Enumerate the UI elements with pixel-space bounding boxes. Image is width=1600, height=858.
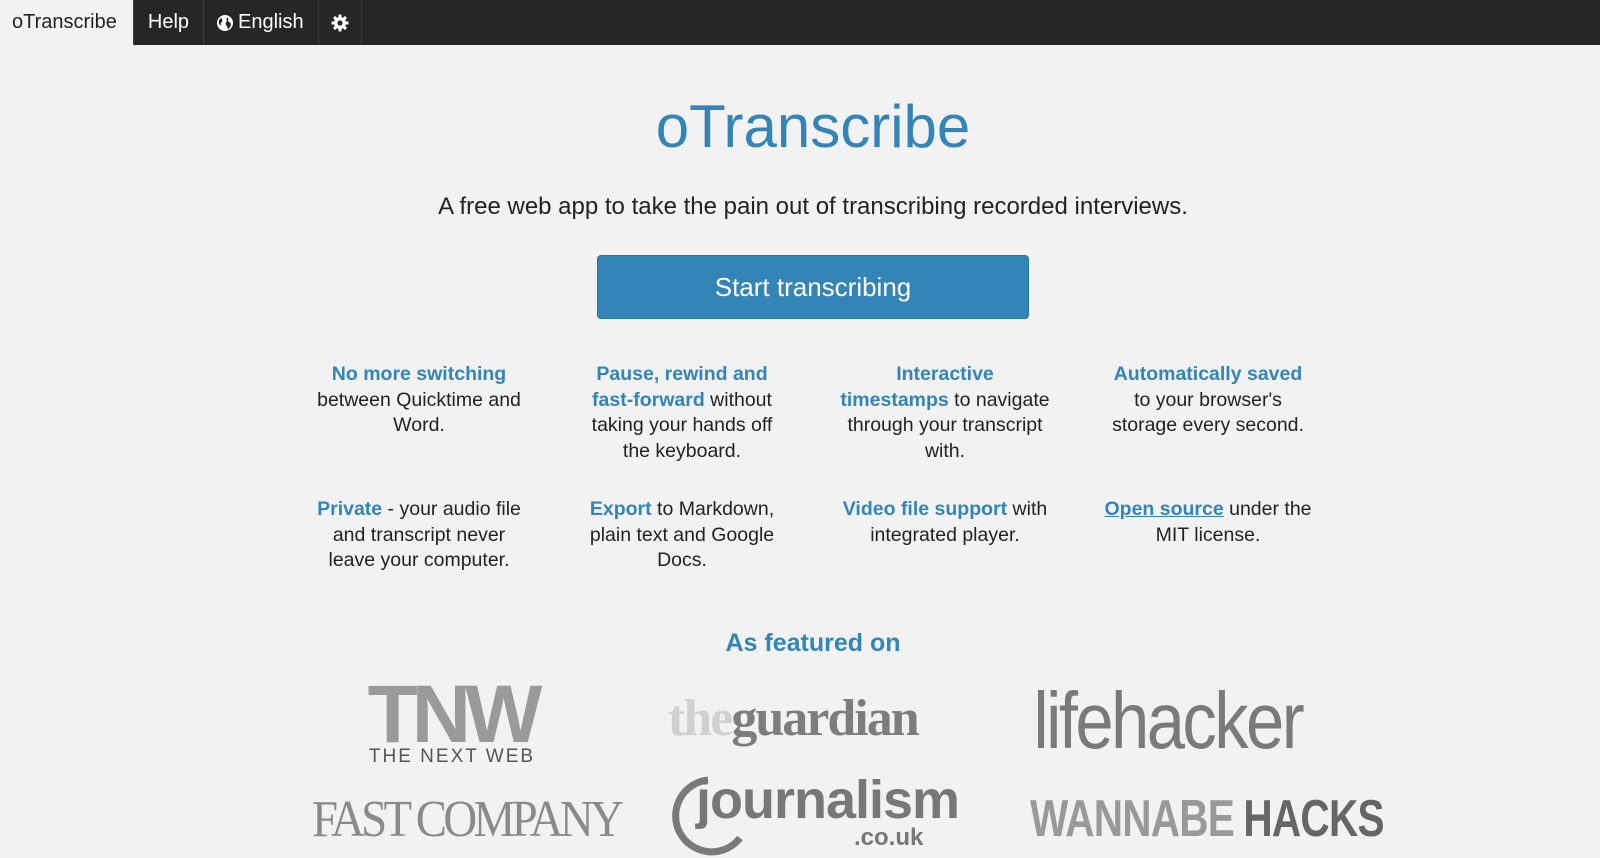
feature-timestamps: Interactive timestamps to navigate throu… — [840, 362, 1050, 464]
svg-text:WANNABEHACKS: WANNABE HACKS — [1030, 789, 1384, 847]
feature-keyboard-controls: Pause, rewind and fast-forward without t… — [577, 362, 787, 464]
tnw-logo-sub: THE NEXT WEB — [369, 746, 535, 767]
feature-private: Private - your audio file and transcript… — [314, 497, 524, 574]
tab-help-label: Help — [147, 11, 190, 33]
feature-highlight: Private — [317, 498, 383, 520]
feature-text: to your browser's storage every second. — [1112, 388, 1304, 437]
feature-no-switching: No more switching between Quicktime and … — [314, 362, 524, 439]
guardian-logo-main: guardian — [731, 690, 919, 747]
settings-button[interactable] — [319, 0, 362, 45]
gear-icon — [331, 14, 349, 32]
feature-highlight: No more switching — [331, 363, 507, 385]
lifehacker-logo: lifehacker — [1030, 674, 1330, 765]
journalism-logo-sub: .co.uk — [854, 824, 924, 851]
hacks-logo-text: HACKS — [1243, 789, 1383, 847]
feature-highlight: Video file support — [842, 498, 1008, 520]
feature-text: between Quicktime and Word. — [317, 388, 521, 437]
svg-text:theguardian: theguardian — [668, 690, 920, 747]
tab-otranscribe-label: oTranscribe — [12, 11, 117, 33]
tab-help[interactable]: Help — [134, 0, 204, 45]
guardian-logo-the: the — [668, 690, 732, 747]
feature-autosave: Automatically saved to your browser's st… — [1103, 362, 1313, 439]
feature-video-support: Video file support with integrated playe… — [840, 497, 1050, 548]
guardian-logo: theguardian — [668, 688, 968, 748]
fast-company-logo-text: FAST COMPANY — [312, 790, 623, 848]
page-title: oTranscribe — [655, 93, 971, 160]
tab-otranscribe[interactable]: oTranscribe — [0, 0, 134, 45]
feature-highlight: Automatically saved — [1113, 363, 1303, 385]
language-selector[interactable]: English — [204, 0, 319, 45]
fast-company-logo: FAST COMPANY — [312, 790, 627, 848]
feature-highlight: Export — [589, 498, 652, 520]
page-subtitle: A free web app to take the pain out of t… — [438, 193, 1188, 220]
featured-heading: As featured on — [725, 629, 901, 657]
language-label: English — [238, 11, 304, 33]
wannabe-logo-text: WANNABE — [1030, 789, 1234, 847]
globe-icon — [216, 14, 234, 32]
feature-open-source: Open source under the MIT license. — [1103, 497, 1313, 548]
feature-export: Export to Markdown, plain text and Googl… — [577, 497, 787, 574]
journalism-logo: journalism .co.uk — [668, 768, 968, 858]
journalism-logo-main: journalism — [695, 770, 959, 830]
top-nav-bar: oTranscribe Help English — [0, 0, 1600, 45]
tnw-logo: TNW THE NEXT WEB — [340, 668, 560, 768]
wannabe-hacks-logo: WANNABE HACKS — [1030, 789, 1385, 847]
open-source-link[interactable]: Open source — [1104, 498, 1223, 520]
start-transcribing-button[interactable]: Start transcribing — [597, 255, 1029, 319]
lifehacker-logo-text: lifehacker — [1033, 675, 1303, 765]
